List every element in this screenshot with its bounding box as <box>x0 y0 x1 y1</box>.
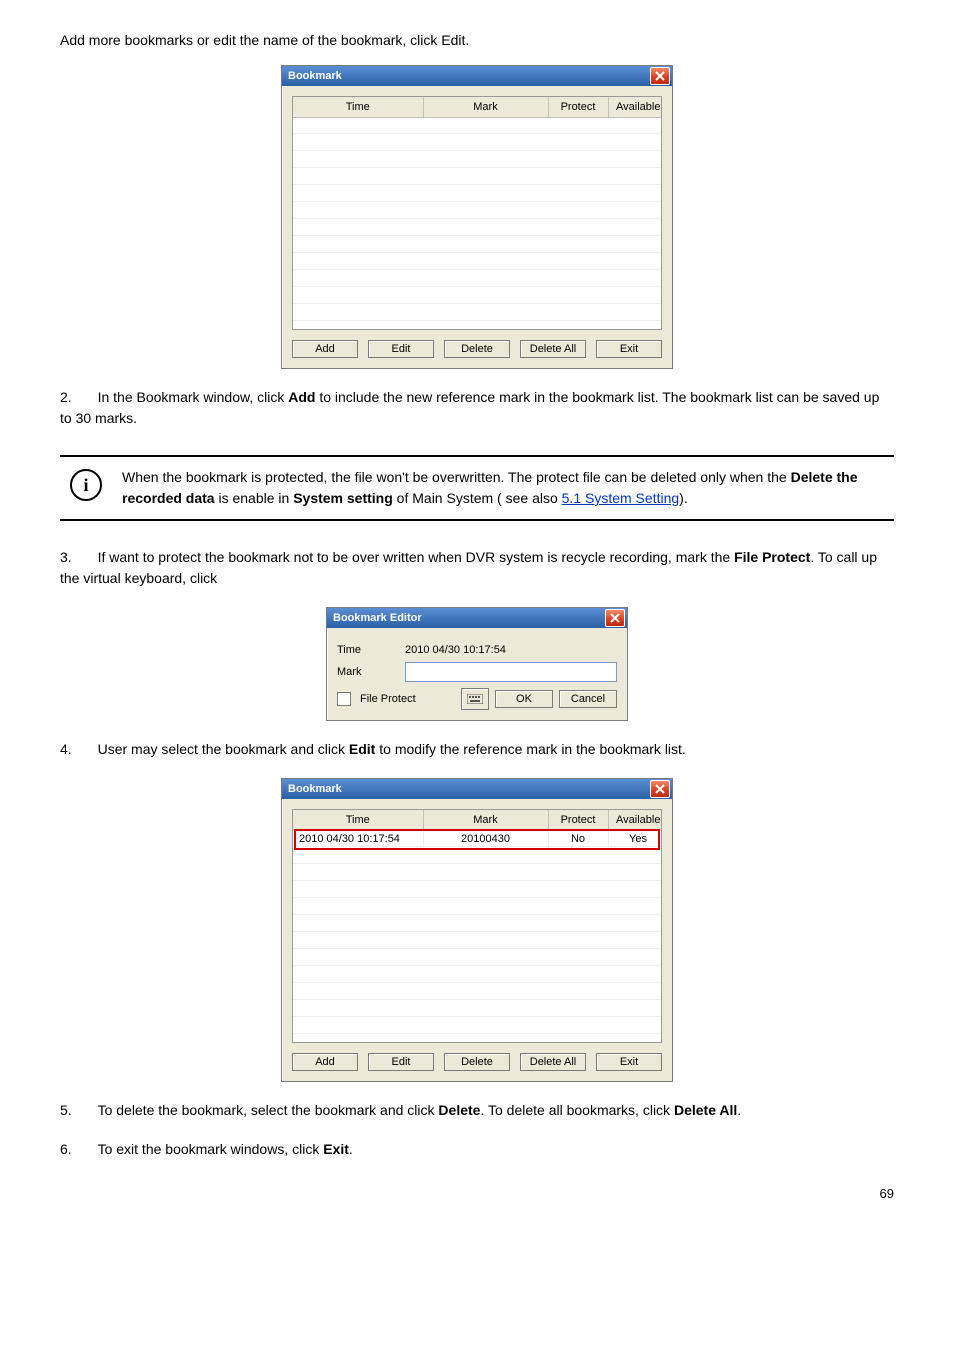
edit-button[interactable]: Edit <box>368 1053 434 1071</box>
step-bold: Add <box>288 389 315 405</box>
intro-text: Add more bookmarks or edit the name of t… <box>60 30 894 51</box>
info-icon: i <box>70 469 102 501</box>
col-protect[interactable]: Protect <box>548 810 608 831</box>
step-text: . <box>349 1141 353 1157</box>
file-protect-checkbox[interactable] <box>337 692 351 706</box>
step-text: . <box>737 1102 741 1118</box>
delete-all-button[interactable]: Delete All <box>520 1053 586 1071</box>
close-icon[interactable] <box>650 780 670 798</box>
step-number: 6. <box>60 1141 72 1157</box>
step-bold: Delete <box>438 1102 480 1118</box>
bookmark-dialog-empty: Bookmark Time Mark <box>281 65 673 369</box>
step-number: 2. <box>60 389 72 405</box>
col-time[interactable]: Time <box>293 97 423 118</box>
step-number: 4. <box>60 741 72 757</box>
step-2: 2. In the Bookmark window, click Add to … <box>60 387 894 429</box>
bookmark-editor-dialog: Bookmark Editor Time 2010 04/30 10:17:54… <box>326 607 628 721</box>
step-bold: File Protect <box>734 549 810 565</box>
step-text: To exit the bookmark windows, click <box>98 1141 324 1157</box>
step-text: To delete the bookmark, select the bookm… <box>98 1102 439 1118</box>
col-available[interactable]: Available <box>608 810 662 831</box>
step-text: If want to protect the bookmark not to b… <box>98 549 735 565</box>
col-available[interactable]: Available <box>608 97 662 118</box>
dialog-title: Bookmark Editor <box>333 612 605 624</box>
info-panel: i When the bookmark is protected, the fi… <box>60 455 894 521</box>
add-button[interactable]: Add <box>292 340 358 358</box>
delete-button[interactable]: Delete <box>444 1053 510 1071</box>
delete-button[interactable]: Delete <box>444 340 510 358</box>
time-label: Time <box>337 644 393 656</box>
delete-all-button[interactable]: Delete All <box>520 340 586 358</box>
info-bold: System setting <box>293 490 393 506</box>
bookmark-dialog-populated: Bookmark Time <box>281 778 673 1082</box>
step-6: 6. To exit the bookmark windows, click E… <box>60 1139 894 1160</box>
table-row[interactable]: 2010 04/30 10:17:54 20100430 No Yes <box>293 831 662 848</box>
cell-mark: 20100430 <box>423 831 548 848</box>
info-text: When the bookmark is protected, the file… <box>122 469 791 485</box>
col-time[interactable]: Time <box>293 810 423 831</box>
step-text: . To delete all bookmarks, click <box>480 1102 674 1118</box>
mark-label: Mark <box>337 666 393 678</box>
info-link[interactable]: 5.1 System Setting <box>562 490 680 506</box>
step-text: User may select the bookmark and click <box>98 741 349 757</box>
exit-button[interactable]: Exit <box>596 340 662 358</box>
time-value: 2010 04/30 10:17:54 <box>405 644 617 656</box>
cancel-button[interactable]: Cancel <box>559 690 617 708</box>
info-text: of Main System ( see also <box>393 490 562 506</box>
info-text: ). <box>679 490 688 506</box>
cell-protect: No <box>548 831 608 848</box>
dialog-title: Bookmark <box>288 783 650 795</box>
file-protect-label: File Protect <box>360 693 416 705</box>
step-bold: Exit <box>323 1141 349 1157</box>
step-number: 5. <box>60 1102 72 1118</box>
mark-input[interactable] <box>405 662 617 682</box>
step-bold: Edit <box>349 741 375 757</box>
exit-button[interactable]: Exit <box>596 1053 662 1071</box>
keyboard-icon[interactable] <box>461 688 489 710</box>
step-text: In the Bookmark window, click <box>98 389 289 405</box>
cell-available: Yes <box>608 831 662 848</box>
col-mark[interactable]: Mark <box>423 810 548 831</box>
col-protect[interactable]: Protect <box>548 97 608 118</box>
close-icon[interactable] <box>605 609 625 627</box>
step-bold: Delete All <box>674 1102 737 1118</box>
col-mark[interactable]: Mark <box>423 97 548 118</box>
step-text: to modify the reference mark in the book… <box>375 741 685 757</box>
info-text: is enable in <box>215 490 294 506</box>
add-button[interactable]: Add <box>292 1053 358 1071</box>
step-5: 5. To delete the bookmark, select the bo… <box>60 1100 894 1121</box>
close-icon[interactable] <box>650 67 670 85</box>
step-4: 4. User may select the bookmark and clic… <box>60 739 894 760</box>
ok-button[interactable]: OK <box>495 690 553 708</box>
cell-time: 2010 04/30 10:17:54 <box>293 831 423 848</box>
page-number: 69 <box>60 1186 894 1201</box>
step-number: 3. <box>60 549 72 565</box>
step-3: 3. If want to protect the bookmark not t… <box>60 547 894 589</box>
edit-button[interactable]: Edit <box>368 340 434 358</box>
dialog-title: Bookmark <box>288 70 650 82</box>
